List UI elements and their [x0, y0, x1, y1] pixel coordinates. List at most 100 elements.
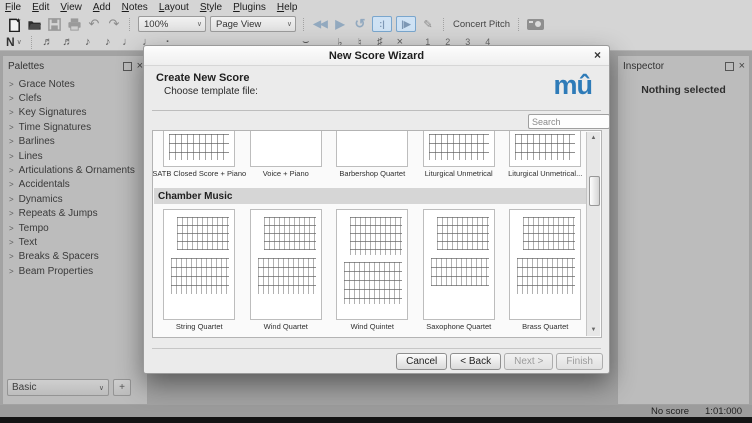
- image-capture-icon[interactable]: [526, 16, 544, 32]
- template-thumbnail-barbershop-quartet[interactable]: [336, 131, 408, 167]
- back-button[interactable]: < Back: [450, 353, 501, 370]
- save-icon[interactable]: [45, 16, 63, 32]
- note-input-button[interactable]: N: [6, 35, 15, 49]
- musescore-logo: mû: [554, 70, 593, 101]
- view-mode-select[interactable]: Page View ∨: [210, 16, 296, 32]
- rewind-icon[interactable]: ◀◀: [311, 16, 329, 32]
- expander-icon: >: [9, 152, 14, 161]
- dialog-buttons: Cancel < Back Next > Finish: [393, 353, 603, 370]
- duration-8th-icon[interactable]: ♪: [99, 34, 117, 50]
- palette-item-grace-notes[interactable]: >Grace Notes: [3, 77, 147, 91]
- palette-item-barlines[interactable]: >Barlines: [3, 135, 147, 149]
- template-label: Wind Quartet: [264, 322, 308, 331]
- pan-score-toggle[interactable]: |▶: [396, 16, 416, 32]
- template-scrollbar[interactable]: ▲ ▼: [586, 132, 600, 336]
- duration-quarter-icon[interactable]: ♩: [119, 34, 137, 50]
- float-panel-icon[interactable]: [725, 62, 734, 71]
- template-thumbnail-wind-quintet[interactable]: [336, 209, 408, 320]
- float-panel-icon[interactable]: [123, 62, 132, 71]
- menu-edit[interactable]: Edit: [32, 2, 49, 13]
- dialog-button-divider: [152, 348, 601, 349]
- dialog-titlebar[interactable]: New Score Wizard ×: [144, 46, 609, 66]
- template-label: Liturgical Unmetrical...: [508, 169, 582, 178]
- expander-icon: >: [9, 267, 14, 276]
- template-thumbnail-liturgical-unmetrical[interactable]: [423, 131, 495, 167]
- inspector-header: Inspector ×: [618, 56, 749, 74]
- scroll-up-icon[interactable]: ▲: [587, 132, 600, 144]
- scrollbar-thumb[interactable]: [589, 176, 600, 206]
- palette-item-label: Beam Properties: [19, 266, 93, 277]
- template-thumbnail-liturgical-unmetrical-2[interactable]: [509, 131, 581, 167]
- menu-add[interactable]: Add: [93, 2, 111, 13]
- menu-help[interactable]: Help: [277, 2, 298, 13]
- palette-item-label: Lines: [19, 151, 43, 162]
- template-label: SATB Closed Score + Piano: [152, 169, 246, 178]
- finish-button[interactable]: Finish: [556, 353, 603, 370]
- toolbar-separator: [303, 18, 305, 31]
- score-status-text: No score: [651, 406, 689, 417]
- dialog-subheading: Choose template file:: [164, 86, 258, 97]
- undo-icon[interactable]: ↶: [85, 16, 103, 32]
- template-search-input[interactable]: [528, 114, 610, 129]
- duration-32nd-icon[interactable]: ♬: [59, 34, 77, 50]
- zoom-select[interactable]: 100% ∨: [138, 16, 206, 32]
- dialog-heading: Create New Score: [156, 72, 250, 84]
- chevron-down-icon: ∨: [17, 38, 22, 46]
- duration-64th-icon[interactable]: ♬: [39, 34, 57, 50]
- print-icon[interactable]: [65, 16, 83, 32]
- view-mode-value: Page View: [216, 19, 261, 30]
- palette-preset-value: Basic: [12, 382, 36, 393]
- next-button[interactable]: Next >: [504, 353, 553, 370]
- expander-icon: >: [9, 238, 14, 247]
- main-toolbar: ↶ ↷ 100% ∨ Page View ∨ ◀◀ ▶ ↺ :| |▶ ✎ Co…: [0, 15, 752, 33]
- toolbar-separator: [443, 18, 445, 31]
- template-thumbnail-brass-quartet[interactable]: [509, 209, 581, 320]
- menu-file[interactable]: File: [5, 2, 21, 13]
- palette-item-articulations[interactable]: >Articulations & Ornaments: [3, 163, 147, 177]
- palette-item-lines[interactable]: > Lines: [3, 149, 147, 163]
- palette-item-beam-properties[interactable]: > Beam Properties: [3, 264, 147, 278]
- template-thumbnail-saxophone-quartet[interactable]: [423, 209, 495, 320]
- duration-16th-icon[interactable]: ♪: [79, 34, 97, 50]
- palettes-title: Palettes: [8, 61, 44, 72]
- open-file-icon[interactable]: [25, 16, 43, 32]
- template-thumbnail-satb-closed-score-piano[interactable]: [163, 131, 235, 167]
- dialog-close-icon[interactable]: ×: [594, 48, 601, 62]
- add-palette-button[interactable]: +: [113, 379, 131, 396]
- menu-plugins[interactable]: Plugins: [233, 2, 266, 13]
- palette-item-accidentals[interactable]: >Accidentals: [3, 178, 147, 192]
- toolbar-separator: [518, 18, 520, 31]
- palettes-header: Palettes ×: [3, 56, 147, 74]
- menu-layout[interactable]: Layout: [159, 2, 189, 13]
- menu-notes[interactable]: Notes: [122, 2, 148, 13]
- palette-item-tempo[interactable]: >Tempo: [3, 221, 147, 235]
- scroll-down-icon[interactable]: ▼: [587, 324, 600, 336]
- redo-icon[interactable]: ↷: [105, 16, 123, 32]
- palette-item-key-signatures[interactable]: >Key Signatures: [3, 106, 147, 120]
- play-icon[interactable]: ▶: [331, 16, 349, 32]
- template-thumbnail-string-quartet[interactable]: [163, 209, 235, 320]
- play-repeats-toggle[interactable]: :|: [372, 16, 392, 32]
- palette-item-dynamics[interactable]: >Dynamics: [3, 192, 147, 206]
- cancel-button[interactable]: Cancel: [396, 353, 447, 370]
- palette-item-breaks-spacers[interactable]: >Breaks & Spacers: [3, 250, 147, 264]
- menu-view[interactable]: View: [60, 2, 82, 13]
- palette-item-label: Breaks & Spacers: [19, 251, 99, 262]
- palette-item-repeats-jumps[interactable]: >Repeats & Jumps: [3, 207, 147, 221]
- palette-preset-select[interactable]: Basic ∨: [7, 379, 109, 396]
- palette-item-label: Articulations & Ornaments: [19, 165, 135, 176]
- template-thumbnail-wind-quartet[interactable]: [250, 209, 322, 320]
- menu-style[interactable]: Style: [200, 2, 222, 13]
- template-label: Saxophone Quartet: [426, 322, 491, 331]
- concert-pitch-button[interactable]: Concert Pitch: [453, 19, 510, 30]
- loop-playback-icon[interactable]: ↺: [351, 16, 369, 32]
- palette-item-text[interactable]: >Text: [3, 235, 147, 249]
- expander-icon: >: [9, 123, 14, 132]
- palette-item-clefs[interactable]: >Clefs: [3, 91, 147, 105]
- dialog-title: New Score Wizard: [329, 50, 424, 62]
- new-score-icon[interactable]: [5, 16, 23, 32]
- template-thumbnail-voice-piano[interactable]: [250, 131, 322, 167]
- close-panel-icon[interactable]: ×: [739, 61, 745, 71]
- edit-mode-icon[interactable]: ✎: [419, 16, 437, 32]
- palette-item-time-signatures[interactable]: >Time Signatures: [3, 120, 147, 134]
